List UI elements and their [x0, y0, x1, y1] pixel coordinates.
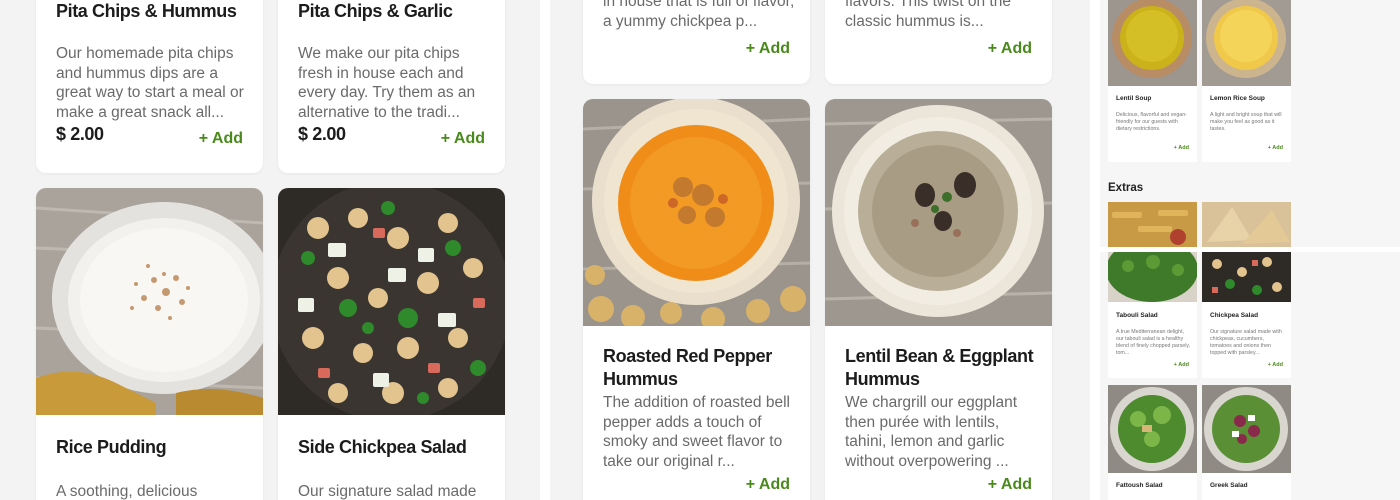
add-button[interactable]: + Add [746, 40, 790, 58]
left-menu-panel: Pita Chips & Hummus Our homemade pita ch… [0, 0, 540, 500]
item-price: $ 2.00 [298, 124, 346, 144]
menu-item-card[interactable]: Side Chickpea Salad Our signature salad … [278, 188, 505, 500]
add-button[interactable]: + Add [988, 40, 1032, 58]
panel-divider [540, 0, 550, 500]
chickpea-salad-image [278, 188, 505, 415]
item-description: Delicious, flavorful and vegan-friendly … [1116, 112, 1187, 132]
item-title: Pita Chips & Garlic [298, 1, 453, 21]
eggplant-hummus-image [825, 99, 1052, 326]
chickpea-salad-mini-image [1202, 252, 1291, 302]
red-pepper-hummus-image [583, 99, 810, 326]
greek-salad-image [1202, 385, 1291, 473]
item-title: Lentil Soup [1116, 95, 1152, 102]
item-title: Lentil Bean & Eggplant Hummus [845, 346, 1034, 389]
menu-item-card[interactable]: Rice Pudding A soothing, delicious [36, 188, 263, 500]
add-button[interactable]: + Add [1268, 145, 1283, 151]
item-description: We make our pita chips fresh in house ea… [298, 45, 476, 121]
panel-divider [1090, 0, 1100, 500]
fries-image [1108, 202, 1197, 248]
extras-item-card[interactable] [1202, 202, 1291, 248]
add-button[interactable]: + Add [1268, 362, 1283, 368]
menu-item-card[interactable]: Greek Salad [1202, 385, 1291, 500]
item-title: Roasted Red Pepper Hummus [603, 346, 772, 389]
item-title: Tabouli Salad [1116, 312, 1158, 319]
item-description: A true Mediterranean delight, our taboul… [1116, 329, 1191, 356]
fattoush-salad-image [1108, 385, 1197, 473]
item-description: A light and bright soup that will make y… [1210, 112, 1282, 132]
item-description: flavors. This twist on the classic hummu… [845, 0, 1011, 30]
pita-chips-image [1202, 202, 1291, 248]
item-title: Greek Salad [1210, 482, 1248, 489]
rice-pudding-image [36, 188, 263, 415]
item-title: Chickpea Salad [1210, 312, 1259, 319]
menu-item-card[interactable]: Lentil Bean & Eggplant Hummus We chargri… [825, 99, 1052, 500]
tabouli-salad-image [1108, 252, 1197, 302]
item-description: We chargrill our eggplant then purée wit… [845, 394, 1018, 470]
add-button[interactable]: + Add [1174, 362, 1189, 368]
menu-item-card[interactable]: Chickpea Salad Our signature salad made … [1202, 252, 1291, 378]
item-title: Fattoush Salad [1116, 482, 1163, 489]
middle-menu-panel: in house that is full of flavor, a yummy… [550, 0, 1090, 500]
add-button[interactable]: + Add [441, 130, 485, 148]
item-description: Our homemade pita chips and hummus dips … [56, 45, 244, 121]
menu-item-card[interactable]: Tabouli Salad A true Mediterranean delig… [1108, 252, 1197, 378]
item-title: Lemon Rice Soup [1210, 95, 1265, 102]
item-description: in house that is full of flavor, a yummy… [603, 0, 795, 30]
menu-item-card[interactable]: Roasted Red Pepper Hummus The addition o… [583, 99, 810, 500]
item-title: Pita Chips & Hummus [56, 1, 237, 21]
menu-item-card[interactable]: Pita Chips & Garlic We make our pita chi… [278, 0, 505, 173]
item-description: The addition of roasted bell pepper adds… [603, 394, 790, 470]
item-title: Rice Pudding [56, 437, 167, 457]
lentil-soup-image [1108, 0, 1197, 86]
menu-item-card[interactable]: in house that is full of flavor, a yummy… [583, 0, 810, 84]
menu-item-card[interactable]: flavors. This twist on the classic hummu… [825, 0, 1052, 84]
menu-item-card[interactable]: Lentil Soup Delicious, flavorful and veg… [1108, 0, 1197, 162]
item-description: Our signature salad made with chickpeas,… [1210, 329, 1282, 356]
extras-item-card[interactable] [1108, 202, 1197, 248]
item-price: $ 2.00 [56, 124, 104, 144]
item-title: Side Chickpea Salad [298, 437, 467, 457]
item-description: A soothing, delicious [56, 483, 198, 500]
right-mini-panel: Lentil Soup Delicious, flavorful and veg… [1100, 0, 1400, 500]
add-button[interactable]: + Add [199, 130, 243, 148]
add-button[interactable]: + Add [1174, 145, 1189, 151]
add-button[interactable]: + Add [988, 476, 1032, 494]
menu-item-card[interactable]: Fattoush Salad [1108, 385, 1197, 500]
item-description: Our signature salad made [298, 483, 477, 500]
lemon-rice-soup-image [1202, 0, 1291, 86]
menu-item-card[interactable]: Pita Chips & Hummus Our homemade pita ch… [36, 0, 263, 173]
add-button[interactable]: + Add [746, 476, 790, 494]
menu-item-card[interactable]: Lemon Rice Soup A light and bright soup … [1202, 0, 1291, 162]
section-heading-extras: Extras [1108, 182, 1144, 194]
